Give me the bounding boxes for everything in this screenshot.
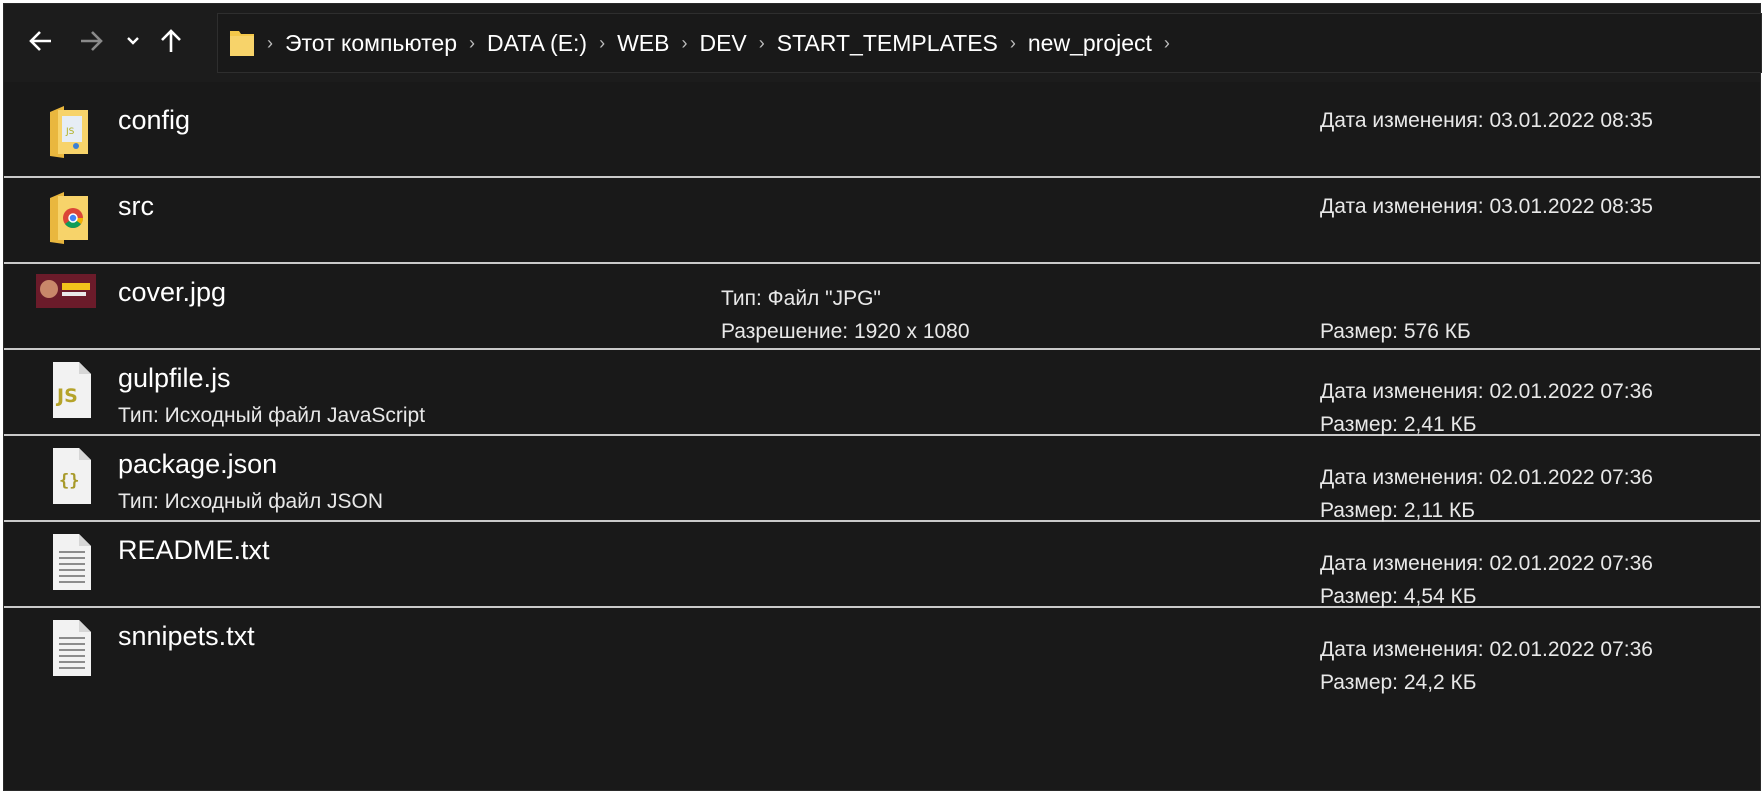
file-name: config — [118, 105, 191, 135]
list-item[interactable]: README.txt Дата изменения: 02.01.2022 07… — [4, 512, 1760, 608]
breadcrumb-item[interactable]: DEV — [699, 30, 746, 57]
breadcrumb-item[interactable]: new_project — [1028, 30, 1152, 57]
arrow-up-icon — [161, 29, 181, 52]
navigation-bar: › Этот компьютер › DATA (E:) › WEB › DEV… — [4, 4, 1762, 82]
breadcrumb-item[interactable]: START_TEMPLATES — [777, 30, 998, 57]
folder-chrome-icon — [50, 192, 88, 244]
date-modified: Дата изменения: 02.01.2022 07:36 — [1320, 466, 1653, 489]
file-name: snnipets.txt — [118, 621, 255, 651]
recent-locations-button[interactable] — [116, 24, 150, 58]
file-name: cover.jpg — [118, 277, 227, 307]
forward-button[interactable] — [74, 24, 108, 58]
chevron-right-icon[interactable]: › — [255, 33, 285, 54]
breadcrumb-item[interactable]: WEB — [617, 30, 669, 57]
svg-text:JS: JS — [65, 127, 75, 137]
js-file-icon: JS — [53, 362, 91, 418]
breadcrumb-item[interactable]: Этот компьютер — [285, 30, 457, 57]
chevron-right-icon[interactable]: › — [747, 33, 777, 54]
up-button[interactable] — [154, 24, 188, 58]
list-item[interactable]: {} package.json Тип: Исходный файл JSON … — [4, 426, 1760, 522]
text-file-icon — [53, 534, 91, 590]
list-item[interactable]: cover.jpg Тип: Файл "JPG" Разрешение: 19… — [4, 254, 1760, 350]
file-name: package.json — [118, 449, 278, 479]
file-name: README.txt — [118, 535, 270, 565]
chevron-right-icon[interactable]: › — [998, 33, 1028, 54]
folder-icon — [229, 28, 255, 58]
file-name: src — [118, 191, 154, 221]
arrow-right-icon — [81, 31, 103, 51]
list-item[interactable]: JS gulpfile.js Тип: Исходный файл JavaSc… — [4, 340, 1760, 436]
folder-js-icon: JS — [50, 106, 88, 158]
arrow-left-icon — [29, 31, 51, 51]
file-type: Тип: Исходный файл JavaScript — [118, 404, 426, 427]
breadcrumb-item[interactable]: DATA (E:) — [487, 30, 587, 57]
back-button[interactable] — [24, 24, 58, 58]
file-type: Тип: Исходный файл JSON — [118, 490, 384, 513]
list-item[interactable]: snnipets.txt Дата изменения: 02.01.2022 … — [4, 598, 1760, 694]
file-size: Размер: 24,2 КБ — [1320, 671, 1477, 694]
date-modified: Дата изменения: 03.01.2022 08:35 — [1320, 109, 1653, 132]
chevron-right-icon[interactable]: › — [1152, 33, 1182, 54]
chevron-down-icon — [127, 37, 139, 45]
text-file-icon — [53, 620, 91, 676]
date-modified: Дата изменения: 03.01.2022 08:35 — [1320, 195, 1653, 218]
file-type: Тип: Файл "JPG" — [721, 287, 881, 310]
date-modified: Дата изменения: 02.01.2022 07:36 — [1320, 638, 1653, 661]
svg-text:JS: JS — [55, 385, 78, 407]
chevron-right-icon[interactable]: › — [457, 33, 487, 54]
svg-text:{}: {} — [59, 471, 79, 491]
file-explorer-window: › Этот компьютер › DATA (E:) › WEB › DEV… — [3, 3, 1762, 791]
image-thumbnail-icon — [36, 274, 96, 308]
file-name: gulpfile.js — [118, 363, 231, 393]
json-file-icon: {} — [53, 448, 91, 504]
list-item[interactable]: JS config Дата изменения: 03.01.2022 08:… — [4, 82, 1760, 178]
list-item[interactable]: src Дата изменения: 03.01.2022 08:35 — [4, 168, 1760, 264]
date-modified: Дата изменения: 02.01.2022 07:36 — [1320, 380, 1653, 403]
date-modified: Дата изменения: 02.01.2022 07:36 — [1320, 552, 1653, 575]
chevron-right-icon[interactable]: › — [669, 33, 699, 54]
chevron-right-icon[interactable]: › — [587, 33, 617, 54]
address-bar[interactable]: › Этот компьютер › DATA (E:) › WEB › DEV… — [217, 13, 1762, 73]
